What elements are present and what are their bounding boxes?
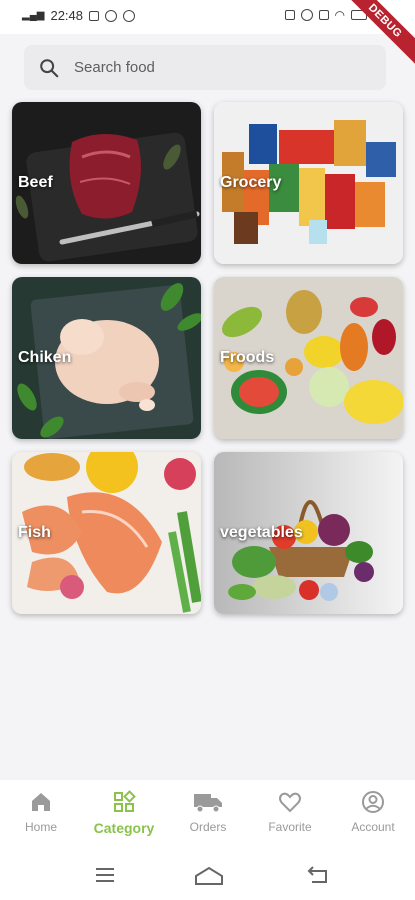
back-icon[interactable] xyxy=(306,866,330,886)
nav-item-orders[interactable]: Orders xyxy=(168,790,248,834)
volte-icon xyxy=(318,10,329,20)
nav-item-home[interactable]: Home xyxy=(1,790,81,834)
nav-item-account[interactable]: Account xyxy=(333,790,413,834)
category-label-chiken: Chiken xyxy=(18,349,72,366)
recent-apps-icon[interactable] xyxy=(94,866,116,884)
status-bar: ▂▄▆ 22:48 ◠ DEBUG xyxy=(0,0,415,70)
category-label-grocery: Grocery xyxy=(220,174,282,191)
category-label-froods: Froods xyxy=(220,349,275,366)
nav-item-category[interactable]: Category xyxy=(84,790,164,836)
category-label-vegetables: vegetables xyxy=(220,524,303,541)
category-card-grocery[interactable]: Grocery xyxy=(214,102,403,264)
search-bar[interactable] xyxy=(24,45,386,90)
system-navigation-bar xyxy=(0,850,415,900)
nav-item-favorite[interactable]: Favorite xyxy=(250,790,330,834)
notification-icon xyxy=(89,10,100,21)
vpn-icon xyxy=(300,9,313,21)
search-icon xyxy=(40,58,59,77)
nav-label-favorite: Favorite xyxy=(268,820,312,834)
category-card-vegetables[interactable]: vegetables xyxy=(214,452,403,614)
category-label-fish: Fish xyxy=(18,524,51,541)
alarm-icon xyxy=(284,10,295,20)
app-notification-icon xyxy=(105,9,118,22)
category-card-fish[interactable]: Fish xyxy=(12,452,201,614)
search-input[interactable] xyxy=(72,58,336,77)
nav-label-home: Home xyxy=(24,820,57,834)
status-left: ▂▄▆ 22:48 xyxy=(22,8,136,23)
status-time: 22:48 xyxy=(50,8,84,23)
signal-icon: ▂▄▆ xyxy=(22,10,45,21)
category-card-beef[interactable]: Beef xyxy=(12,102,201,264)
bottom-navigation: Home Category Orders Favorite Account xyxy=(0,780,415,850)
account-icon xyxy=(362,791,384,813)
nav-label-orders: Orders xyxy=(189,820,227,834)
category-card-chiken[interactable]: Chiken xyxy=(12,277,201,439)
heart-icon xyxy=(279,792,301,813)
nav-label-account: Account xyxy=(351,820,395,834)
status-right: ◠ xyxy=(284,8,367,22)
truck-icon xyxy=(194,794,222,813)
home-icon xyxy=(32,793,50,811)
home-system-icon[interactable] xyxy=(194,866,224,886)
nav-label-category: Category xyxy=(93,820,155,836)
browser-notification-icon xyxy=(123,9,136,22)
category-card-froods[interactable]: Froods xyxy=(214,277,403,439)
category-label-beef: Beef xyxy=(18,174,53,191)
wifi-icon: ◠ xyxy=(334,8,345,22)
category-icon xyxy=(114,790,136,812)
